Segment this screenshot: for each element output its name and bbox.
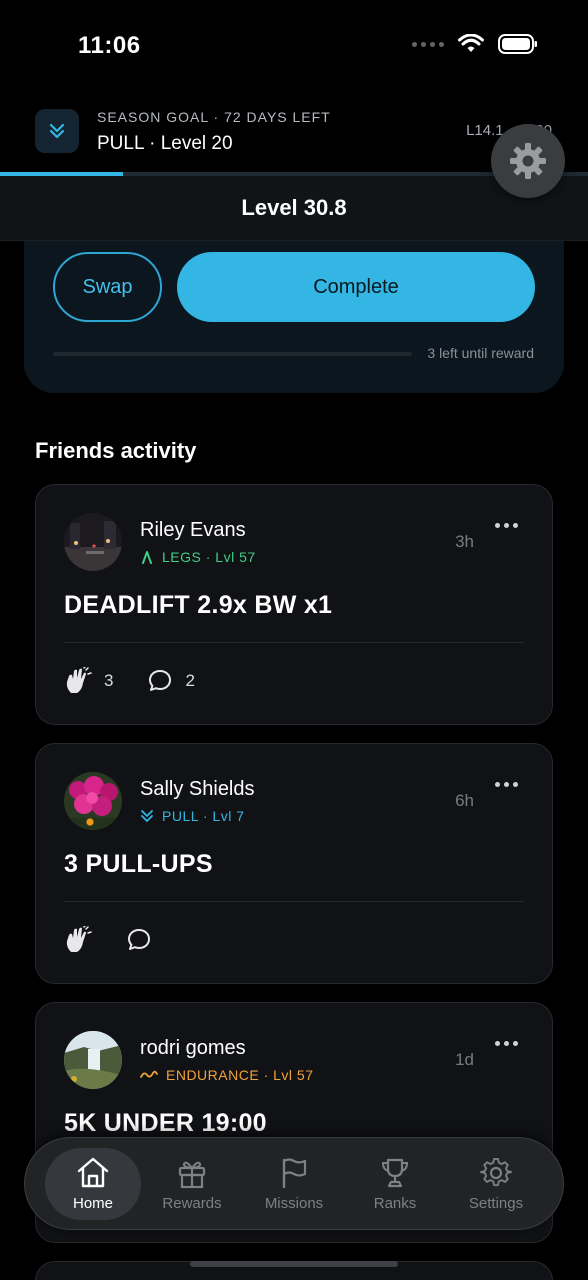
post-time: 3h [455,532,474,551]
complete-button[interactable]: Complete [177,252,535,322]
reactions-row [64,926,186,954]
user-name[interactable]: Riley Evans [140,519,246,542]
tab-label: Settings [468,1194,524,1212]
settings-floating-button[interactable] [491,124,565,198]
bottom-tab-bar: Home Rewards Missions Ranks Settings [24,1137,564,1230]
comment-icon [128,929,150,950]
comment-count: 2 [185,671,195,690]
tab-rewards[interactable]: Rewards [144,1148,240,1220]
more-options-icon[interactable] [495,1041,518,1046]
activity-card[interactable]: Riley Evans LEGS · Lvl 57 3h DEADLIFT 2.… [35,484,553,725]
divider [64,901,524,902]
pull-category-icon [35,109,79,153]
comment-icon [149,670,172,691]
comment-button[interactable]: 2 [147,668,195,694]
tab-settings[interactable]: Settings [448,1148,544,1220]
avatar[interactable] [64,772,122,830]
post-title: 5K UNDER 19:00 [64,1109,267,1137]
current-level: Level 30.8 [241,195,347,220]
user-category-text: ENDURANCE · Lvl 57 [166,1067,314,1083]
tab-ranks[interactable]: Ranks [347,1148,443,1220]
endurance-category-icon [140,1070,158,1078]
reactions-row: 3 2 [64,667,229,695]
cellular-signal-icon [412,41,444,47]
more-options-icon[interactable] [495,782,518,787]
user-name[interactable]: Sally Shields [140,778,255,801]
user-name[interactable]: rodri gomes [140,1037,246,1060]
home-indicator [190,1261,398,1267]
post-title: 3 PULL-UPS [64,850,213,878]
swap-button[interactable]: Swap [53,252,162,322]
comment-button[interactable] [126,927,152,953]
divider [64,642,524,643]
post-time: 6h [455,791,474,810]
post-title: DEADLIFT 2.9x BW x1 [64,591,333,619]
clap-button[interactable]: 3 [64,667,113,695]
gear-icon [510,143,546,179]
status-bar: 11:06 [0,0,588,90]
avatar[interactable] [64,1031,122,1089]
season-goal-title: PULL · Level 20 [97,133,233,154]
status-time: 11:06 [78,32,141,59]
gear-icon [480,1157,512,1186]
user-category-tag: ENDURANCE · Lvl 57 [140,1067,313,1083]
gift-icon [178,1161,206,1188]
wifi-icon [458,34,484,52]
avatar[interactable] [64,513,122,571]
tab-label: Ranks [373,1194,417,1212]
tab-label: Rewards [162,1194,222,1212]
clap-button[interactable] [64,926,92,954]
flag-icon [282,1157,307,1188]
friends-activity-heading: Friends activity [35,438,197,463]
home-icon [77,1157,109,1187]
clap-icon [66,926,92,952]
activity-card[interactable]: Sally Shields PULL · Lvl 7 6h 3 PULL-UPS [35,743,553,984]
user-category-text: PULL · Lvl 7 [162,808,245,824]
pull-category-icon [141,810,153,822]
tab-label: Home [72,1194,113,1212]
reward-progress-text: 3 left until reward [427,345,534,361]
user-category-text: LEGS · Lvl 57 [162,549,256,565]
user-category-tag: PULL · Lvl 7 [140,808,245,824]
tab-missions[interactable]: Missions [246,1148,342,1220]
reward-progress-bar [53,352,412,356]
battery-icon [498,34,537,54]
legs-category-icon [142,551,152,564]
user-category-tag: LEGS · Lvl 57 [140,549,256,565]
post-time: 1d [455,1050,474,1069]
more-options-icon[interactable] [495,523,518,528]
season-goal-subtitle: SEASON GOAL · 72 DAYS LEFT [97,109,331,125]
tab-home[interactable]: Home [45,1148,141,1220]
trophy-icon [381,1158,409,1187]
status-indicators [412,34,538,54]
clap-count: 3 [104,671,114,690]
tab-label: Missions [264,1194,324,1212]
clap-icon [66,667,92,693]
mission-card: Swap Complete 3 left until reward [24,225,564,393]
